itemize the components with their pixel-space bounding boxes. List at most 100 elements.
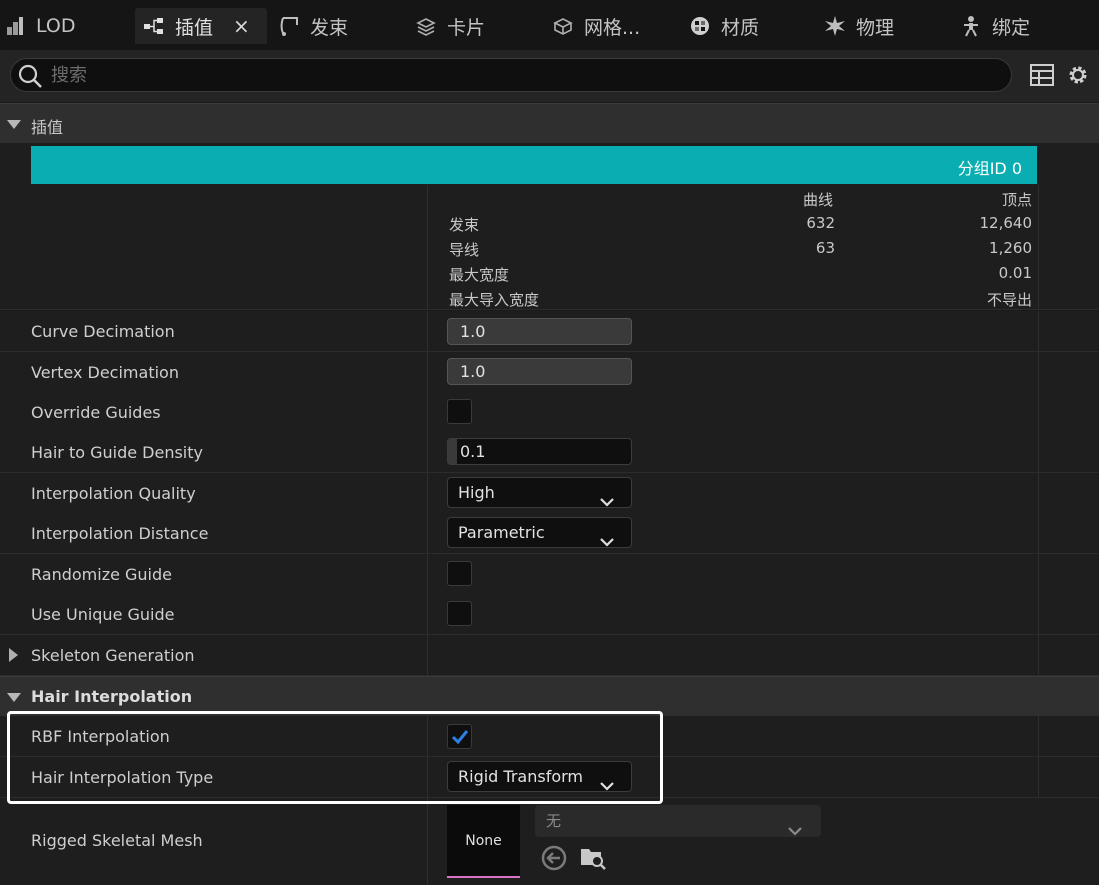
column-divider (427, 716, 428, 756)
use-selected-asset-icon[interactable] (541, 845, 567, 875)
hair-interpolation-type-dropdown[interactable]: Rigid Transform (447, 761, 632, 792)
curve-decimation-input[interactable]: 1.0 (447, 318, 632, 345)
stats-table: 曲线 顶点 发束 632 12,640 导线 63 1,260 最大宽度 0.0… (0, 185, 1099, 310)
property-label: Skeleton Generation (31, 646, 195, 665)
cards-icon (415, 15, 437, 37)
dropdown-value: High (458, 483, 495, 502)
tab-label: 发束 (310, 16, 349, 39)
column-divider (1038, 473, 1039, 513)
tab-label: 绑定 (992, 16, 1031, 39)
rbf-interpolation-checkbox[interactable] (447, 724, 472, 749)
thumbnail-label: None (465, 833, 502, 849)
stats-row-label: 发束 (449, 216, 480, 234)
stats-row-label: 最大导入宽度 (449, 291, 540, 309)
column-divider (427, 798, 428, 885)
stats-row-vertices: 不导出 (986, 291, 1032, 309)
column-divider (427, 513, 428, 553)
column-divider (427, 554, 428, 594)
tab-strands[interactable]: 发束 (278, 8, 348, 44)
expand-arrow-icon[interactable] (7, 120, 21, 129)
section-title: 插值 (31, 118, 64, 137)
property-label: Use Unique Guide (31, 605, 175, 624)
settings-gear-icon[interactable] (1065, 62, 1091, 88)
property-label: Hair Interpolation Type (31, 768, 214, 787)
chevron-down-icon (599, 487, 615, 516)
use-unique-guide-checkbox[interactable] (447, 601, 472, 626)
section-hair-interpolation[interactable]: Hair Interpolation (0, 676, 1099, 716)
section-interpolation[interactable]: 插值 (0, 103, 1099, 143)
tab-label: 网格... (584, 16, 641, 39)
tab-binding[interactable]: 绑定 (960, 8, 1030, 44)
column-divider (1038, 185, 1039, 309)
strands-icon (278, 15, 300, 37)
asset-picker-dropdown[interactable]: 无 (535, 805, 821, 837)
chevron-down-icon (599, 527, 615, 556)
column-divider (1038, 554, 1039, 594)
column-divider (1038, 352, 1039, 392)
interpolation-quality-dropdown[interactable]: High (447, 477, 632, 508)
hair-to-guide-density-slider[interactable]: 0.1 (447, 438, 632, 465)
mesh-thumbnail[interactable]: None (447, 805, 520, 878)
tab-materials[interactable]: 材质 (689, 8, 759, 44)
binding-icon (960, 15, 982, 37)
slider-value: 0.1 (460, 442, 486, 461)
property-label: Vertex Decimation (31, 363, 179, 382)
expand-arrow-icon[interactable] (7, 693, 21, 702)
search-input[interactable] (51, 62, 991, 88)
randomize-guide-checkbox[interactable] (447, 561, 472, 586)
table-view-icon[interactable] (1029, 62, 1055, 88)
stats-header-vertices: 顶点 (1001, 191, 1032, 209)
stats-row-curves: 632 (806, 214, 835, 232)
chevron-down-icon (787, 815, 803, 847)
close-icon[interactable]: × (233, 14, 250, 38)
dropdown-value: Parametric (458, 523, 545, 542)
tab-label: 材质 (721, 16, 760, 39)
column-divider (427, 311, 428, 351)
group-label: 分组ID 0 (957, 159, 1022, 178)
checkmark-icon (451, 730, 469, 745)
tab-meshes[interactable]: 网格... (552, 8, 640, 44)
meshes-icon (552, 15, 574, 37)
property-row-skeleton-generation[interactable]: Skeleton Generation (0, 635, 1099, 676)
property-label: Curve Decimation (31, 322, 175, 341)
stats-row-vertices: 0.01 (998, 264, 1032, 282)
property-row-curve-decimation: Curve Decimation 1.0 (0, 311, 1099, 352)
property-label: Interpolation Distance (31, 524, 209, 543)
group-header: 分组ID 0 (31, 146, 1037, 184)
stats-header-curves: 曲线 (803, 191, 834, 209)
asset-value: 无 (546, 812, 562, 830)
column-divider (1038, 311, 1039, 351)
tab-label: LOD (36, 15, 76, 37)
slider-fill (448, 439, 458, 464)
tab-lod[interactable]: LOD (4, 8, 76, 44)
section-title: Hair Interpolation (31, 687, 193, 706)
tab-cards[interactable]: 卡片 (415, 8, 485, 44)
property-row-hair-interpolation-type: Hair Interpolation Type Rigid Transform (0, 757, 1099, 798)
tab-interpolation[interactable]: 插值 × (135, 8, 267, 44)
property-row-rbf-interpolation: RBF Interpolation (0, 716, 1099, 757)
override-guides-checkbox[interactable] (447, 399, 472, 424)
column-divider (427, 473, 428, 513)
tab-label: 物理 (856, 16, 895, 39)
column-divider (1038, 635, 1039, 675)
stats-row-curves: 63 (815, 239, 835, 257)
property-row-hair-to-guide-density: Hair to Guide Density 0.1 (0, 432, 1099, 473)
property-row-interpolation-distance: Interpolation Distance Parametric (0, 513, 1099, 554)
property-label: Hair to Guide Density (31, 443, 203, 462)
search-bar (10, 58, 1012, 92)
property-row-randomize-guide: Randomize Guide (0, 554, 1099, 595)
property-label: Rigged Skeletal Mesh (31, 831, 203, 850)
tab-physics[interactable]: 物理 (824, 8, 894, 44)
column-divider (427, 757, 428, 797)
stats-row-label: 导线 (449, 241, 480, 259)
materials-icon (689, 15, 711, 37)
interpolation-distance-dropdown[interactable]: Parametric (447, 517, 632, 548)
browse-asset-icon[interactable] (580, 845, 606, 875)
stats-row-vertices: 1,260 (989, 239, 1032, 257)
expand-arrow-icon[interactable] (9, 648, 18, 662)
property-label: Override Guides (31, 403, 161, 422)
vertex-decimation-input[interactable]: 1.0 (447, 358, 632, 385)
tab-label: 卡片 (447, 16, 486, 39)
property-label: RBF Interpolation (31, 727, 170, 746)
tab-bar: LOD 插值 × 发束 卡片 网格... 材质 物理 绑定 (0, 0, 1099, 50)
